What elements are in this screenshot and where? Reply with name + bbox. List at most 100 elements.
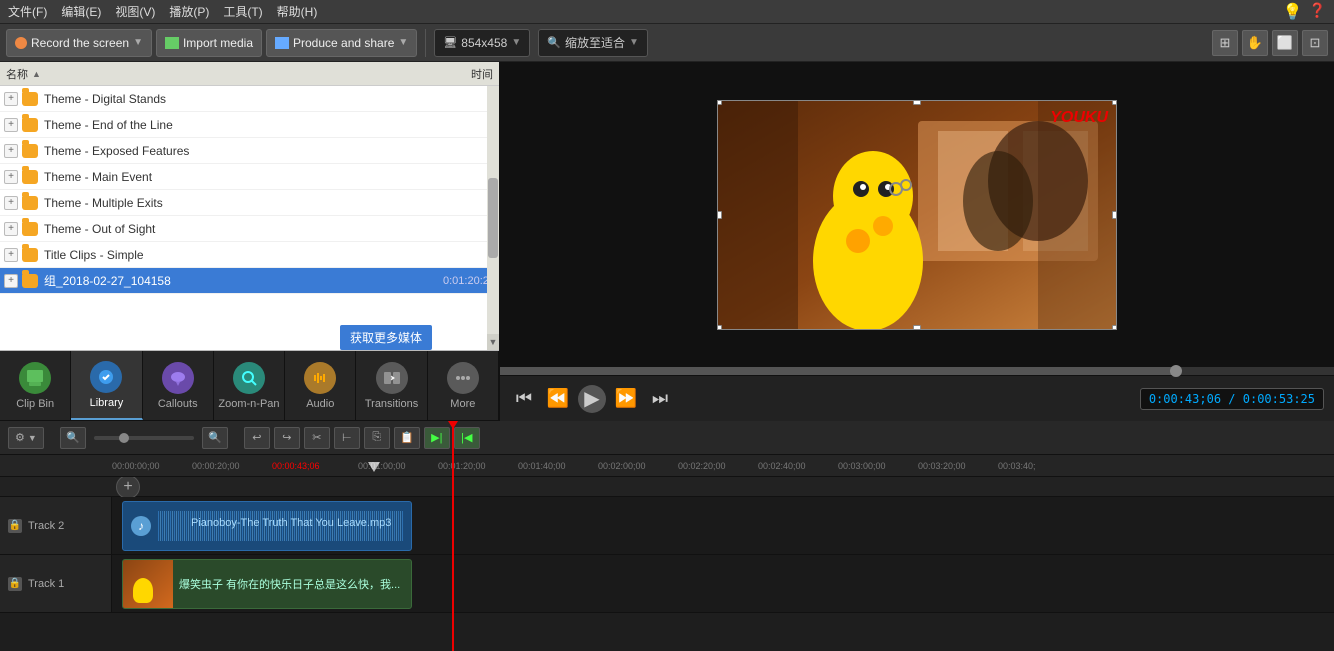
scroll-thumb[interactable]	[488, 178, 498, 258]
file-name: Theme - End of the Line	[44, 118, 173, 132]
scrubber-progress	[500, 367, 1176, 375]
settings-button[interactable]: ⚙ ▼	[8, 427, 44, 449]
track-row-2: 🔒 Track 2 ♪ Pianoboy-The Truth That You …	[0, 497, 1334, 555]
expand-btn[interactable]: +	[4, 274, 18, 288]
paste-button[interactable]: 📋	[394, 427, 420, 449]
handle-ml[interactable]	[717, 211, 722, 219]
zoom-slider[interactable]	[94, 436, 194, 440]
track-1-lock[interactable]: 🔒	[8, 577, 22, 591]
expand-btn[interactable]: +	[4, 118, 18, 132]
scroll-down-icon: ▼	[489, 337, 498, 347]
list-item[interactable]: + Theme - Out of Sight	[0, 216, 499, 242]
track-1-content[interactable]: 爆笑虫子 有你在的快乐日子总是这么快，我...	[112, 555, 1334, 612]
undo-button[interactable]: ↩	[244, 427, 270, 449]
expand-btn[interactable]: +	[4, 144, 18, 158]
list-item[interactable]: + Theme - Main Event	[0, 164, 499, 190]
handle-bc[interactable]	[913, 325, 921, 330]
handle-bl[interactable]	[717, 325, 722, 330]
resolution-value: 854x458	[461, 36, 507, 50]
menu-view[interactable]: 视图(V)	[115, 3, 155, 20]
ruler-mark: 00:02:20;00	[678, 461, 758, 471]
view-btn-2[interactable]: ✋	[1242, 30, 1268, 56]
zoom-value: 缩放至适合	[565, 34, 625, 51]
menu-help[interactable]: 帮助(H)	[277, 3, 318, 20]
list-item[interactable]: + Theme - Multiple Exits	[0, 190, 499, 216]
expand-btn[interactable]: +	[4, 196, 18, 210]
scrubber-handle[interactable]	[1170, 365, 1182, 377]
ruler-mark: 00:01:20;00	[438, 461, 518, 471]
skip-to-end-button[interactable]: ⏭	[646, 385, 674, 413]
file-browser: 名称 ▲ 时间 + Theme - Digital Stands + Theme…	[0, 62, 499, 351]
menu-play[interactable]: 播放(P)	[169, 3, 209, 20]
produce-button[interactable]: Produce and share ▼	[266, 29, 417, 57]
youku-watermark: YOUKU	[1050, 109, 1108, 127]
tab-callouts-label: Callouts	[158, 398, 198, 410]
file-name: Title Clips - Simple	[44, 248, 144, 262]
redo-button[interactable]: ↪	[274, 427, 300, 449]
zoom-display[interactable]: 🔍 缩放至适合 ▼	[538, 29, 648, 57]
tab-audio-label: Audio	[306, 398, 334, 410]
list-item[interactable]: + Theme - Digital Stands	[0, 86, 499, 112]
expand-btn[interactable]: +	[4, 170, 18, 184]
folder-icon	[22, 170, 38, 184]
handle-mr[interactable]	[1112, 211, 1117, 219]
produce-label: Produce and share	[293, 36, 394, 50]
time-total: 0:00:53:25	[1243, 392, 1315, 406]
tab-zoom-n-pan[interactable]: Zoom-n-Pan	[214, 351, 285, 420]
handle-tl[interactable]	[717, 100, 722, 105]
tab-library[interactable]: Library	[71, 351, 142, 420]
res-chevron: ▼	[511, 37, 521, 48]
view-btn-4[interactable]: ⊡	[1302, 30, 1328, 56]
view-btn-3[interactable]: ⬜	[1272, 30, 1298, 56]
cut-button[interactable]: ✂	[304, 427, 330, 449]
tab-more[interactable]: More	[428, 351, 499, 420]
folder-icon	[22, 248, 38, 262]
expand-btn[interactable]: +	[4, 92, 18, 106]
handle-br[interactable]	[1112, 325, 1117, 330]
handle-tr[interactable]	[1112, 100, 1117, 105]
file-name: 组_2018-02-27_104158	[44, 272, 171, 289]
zoom-in-btn[interactable]: 🔍	[202, 427, 228, 449]
split-button[interactable]: ⊢	[334, 427, 360, 449]
resolution-display[interactable]: 🖥 854x458 ▼	[434, 29, 530, 57]
zoom-out-btn[interactable]: 🔍	[60, 427, 86, 449]
track-2-lock[interactable]: 🔒	[8, 519, 22, 533]
copy-button[interactable]: ⎘	[364, 427, 390, 449]
tab-clip-bin[interactable]: Clip Bin	[0, 351, 71, 420]
mark-in-button[interactable]: ▶|	[424, 427, 450, 449]
track-2-content[interactable]: ♪ Pianoboy-The Truth That You Leave.mp3	[112, 497, 1334, 554]
tab-callouts[interactable]: Callouts	[143, 351, 214, 420]
menu-tools[interactable]: 工具(T)	[223, 3, 262, 20]
list-item[interactable]: + Theme - End of the Line	[0, 112, 499, 138]
fast-forward-button[interactable]: ⏩	[612, 385, 640, 413]
add-track-button[interactable]: +	[116, 477, 140, 499]
skip-to-start-button[interactable]: ⏮	[510, 385, 538, 413]
scrollbar[interactable]: ▼	[487, 86, 499, 350]
view-btn-1[interactable]: ⊞	[1212, 30, 1238, 56]
video-clip-name: 爆笑虫子 有你在的快乐日子总是这么快，我...	[173, 572, 406, 596]
record-button[interactable]: Record the screen ▼	[6, 29, 152, 57]
scroll-down-btn[interactable]: ▼	[487, 334, 499, 350]
rewind-button[interactable]: ⏪	[544, 385, 572, 413]
import-button[interactable]: Import media	[156, 29, 262, 57]
list-item[interactable]: + Theme - Exposed Features	[0, 138, 499, 164]
track-2-label: 🔒 Track 2	[0, 497, 112, 554]
expand-btn[interactable]: +	[4, 222, 18, 236]
menu-edit[interactable]: 编辑(E)	[61, 3, 101, 20]
list-item[interactable]: + Title Clips - Simple	[0, 242, 499, 268]
tab-transitions[interactable]: Transitions	[356, 351, 427, 420]
tabs-panel: Clip Bin Library Callouts	[0, 351, 499, 421]
scrubber-bar[interactable]	[500, 367, 1334, 375]
play-pause-button[interactable]: ▶	[578, 385, 606, 413]
get-more-popup[interactable]: 获取更多媒体	[340, 325, 432, 350]
menu-file[interactable]: 文件(F)	[8, 3, 47, 20]
handle-tc[interactable]	[913, 100, 921, 105]
list-item-selected[interactable]: + 组_2018-02-27_104158 0:01:20:23	[0, 268, 499, 294]
mark-out-button[interactable]: |◀	[454, 427, 480, 449]
video-clip[interactable]: 爆笑虫子 有你在的快乐日子总是这么快，我...	[122, 559, 412, 609]
tab-audio[interactable]: Audio	[285, 351, 356, 420]
video-content: YOUKU	[718, 101, 1116, 329]
ruler-mark: 00:03:00;00	[838, 461, 918, 471]
audio-clip[interactable]: ♪ Pianoboy-The Truth That You Leave.mp3	[122, 501, 412, 551]
expand-btn[interactable]: +	[4, 248, 18, 262]
